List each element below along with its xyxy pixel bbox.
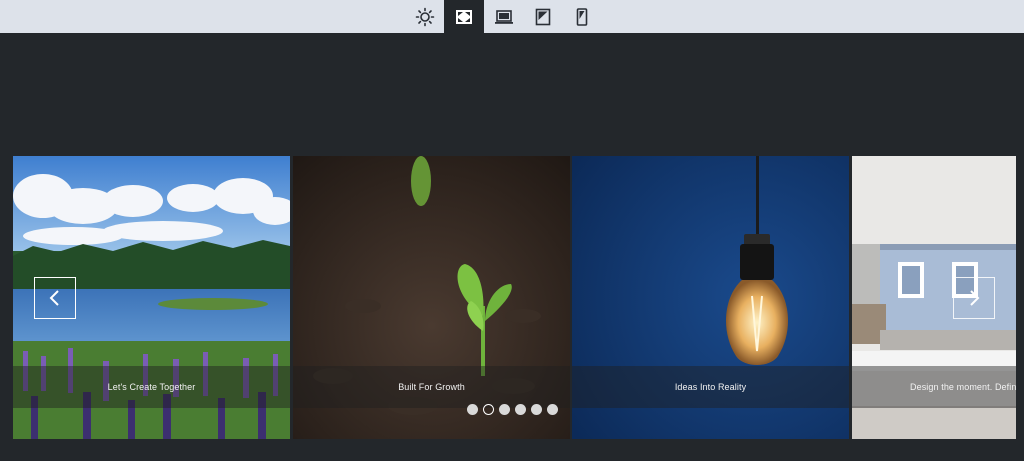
slide-caption-bar: Let's Create Together bbox=[13, 366, 290, 408]
pagination-dot[interactable] bbox=[547, 404, 558, 415]
pagination-dot-active[interactable] bbox=[483, 404, 494, 415]
mobile-view-button[interactable] bbox=[562, 0, 602, 33]
device-preview-toolbar bbox=[0, 0, 1024, 33]
carousel-pagination bbox=[467, 404, 558, 416]
carousel-next-button[interactable] bbox=[953, 277, 995, 319]
slide-caption: Built For Growth bbox=[398, 382, 465, 392]
pagination-dot[interactable] bbox=[467, 404, 478, 415]
laptop-icon bbox=[495, 9, 513, 24]
tablet-icon bbox=[535, 8, 551, 25]
carousel-prev-button[interactable] bbox=[34, 277, 76, 319]
slide-caption-bar: Ideas Into Reality bbox=[572, 366, 849, 408]
pagination-dot[interactable] bbox=[499, 404, 510, 415]
sun-icon bbox=[415, 7, 435, 26]
desktop-view-button[interactable] bbox=[484, 0, 524, 33]
chevron-right-icon bbox=[970, 290, 980, 306]
slide-caption-bar: Design the moment. Define bbox=[852, 366, 1016, 408]
tablet-view-button[interactable] bbox=[523, 0, 563, 33]
carousel-slide[interactable]: Ideas Into Reality bbox=[572, 156, 849, 439]
chevron-left-icon bbox=[49, 290, 59, 306]
mobile-icon bbox=[576, 7, 588, 26]
pagination-dot[interactable] bbox=[515, 404, 526, 415]
slide-caption: Let's Create Together bbox=[107, 382, 196, 392]
image-carousel: Let's Create Together Built For Growth I… bbox=[13, 156, 1016, 439]
fullscreen-view-button[interactable] bbox=[444, 0, 484, 33]
slide-caption: Ideas Into Reality bbox=[674, 382, 747, 392]
theme-toggle-button[interactable] bbox=[405, 0, 445, 33]
pagination-dot[interactable] bbox=[531, 404, 542, 415]
slide-caption: Design the moment. Define bbox=[910, 382, 1016, 392]
slide-caption-bar: Built For Growth bbox=[293, 366, 570, 408]
fullscreen-icon bbox=[456, 9, 472, 24]
carousel-slide[interactable]: Built For Growth bbox=[293, 156, 570, 439]
